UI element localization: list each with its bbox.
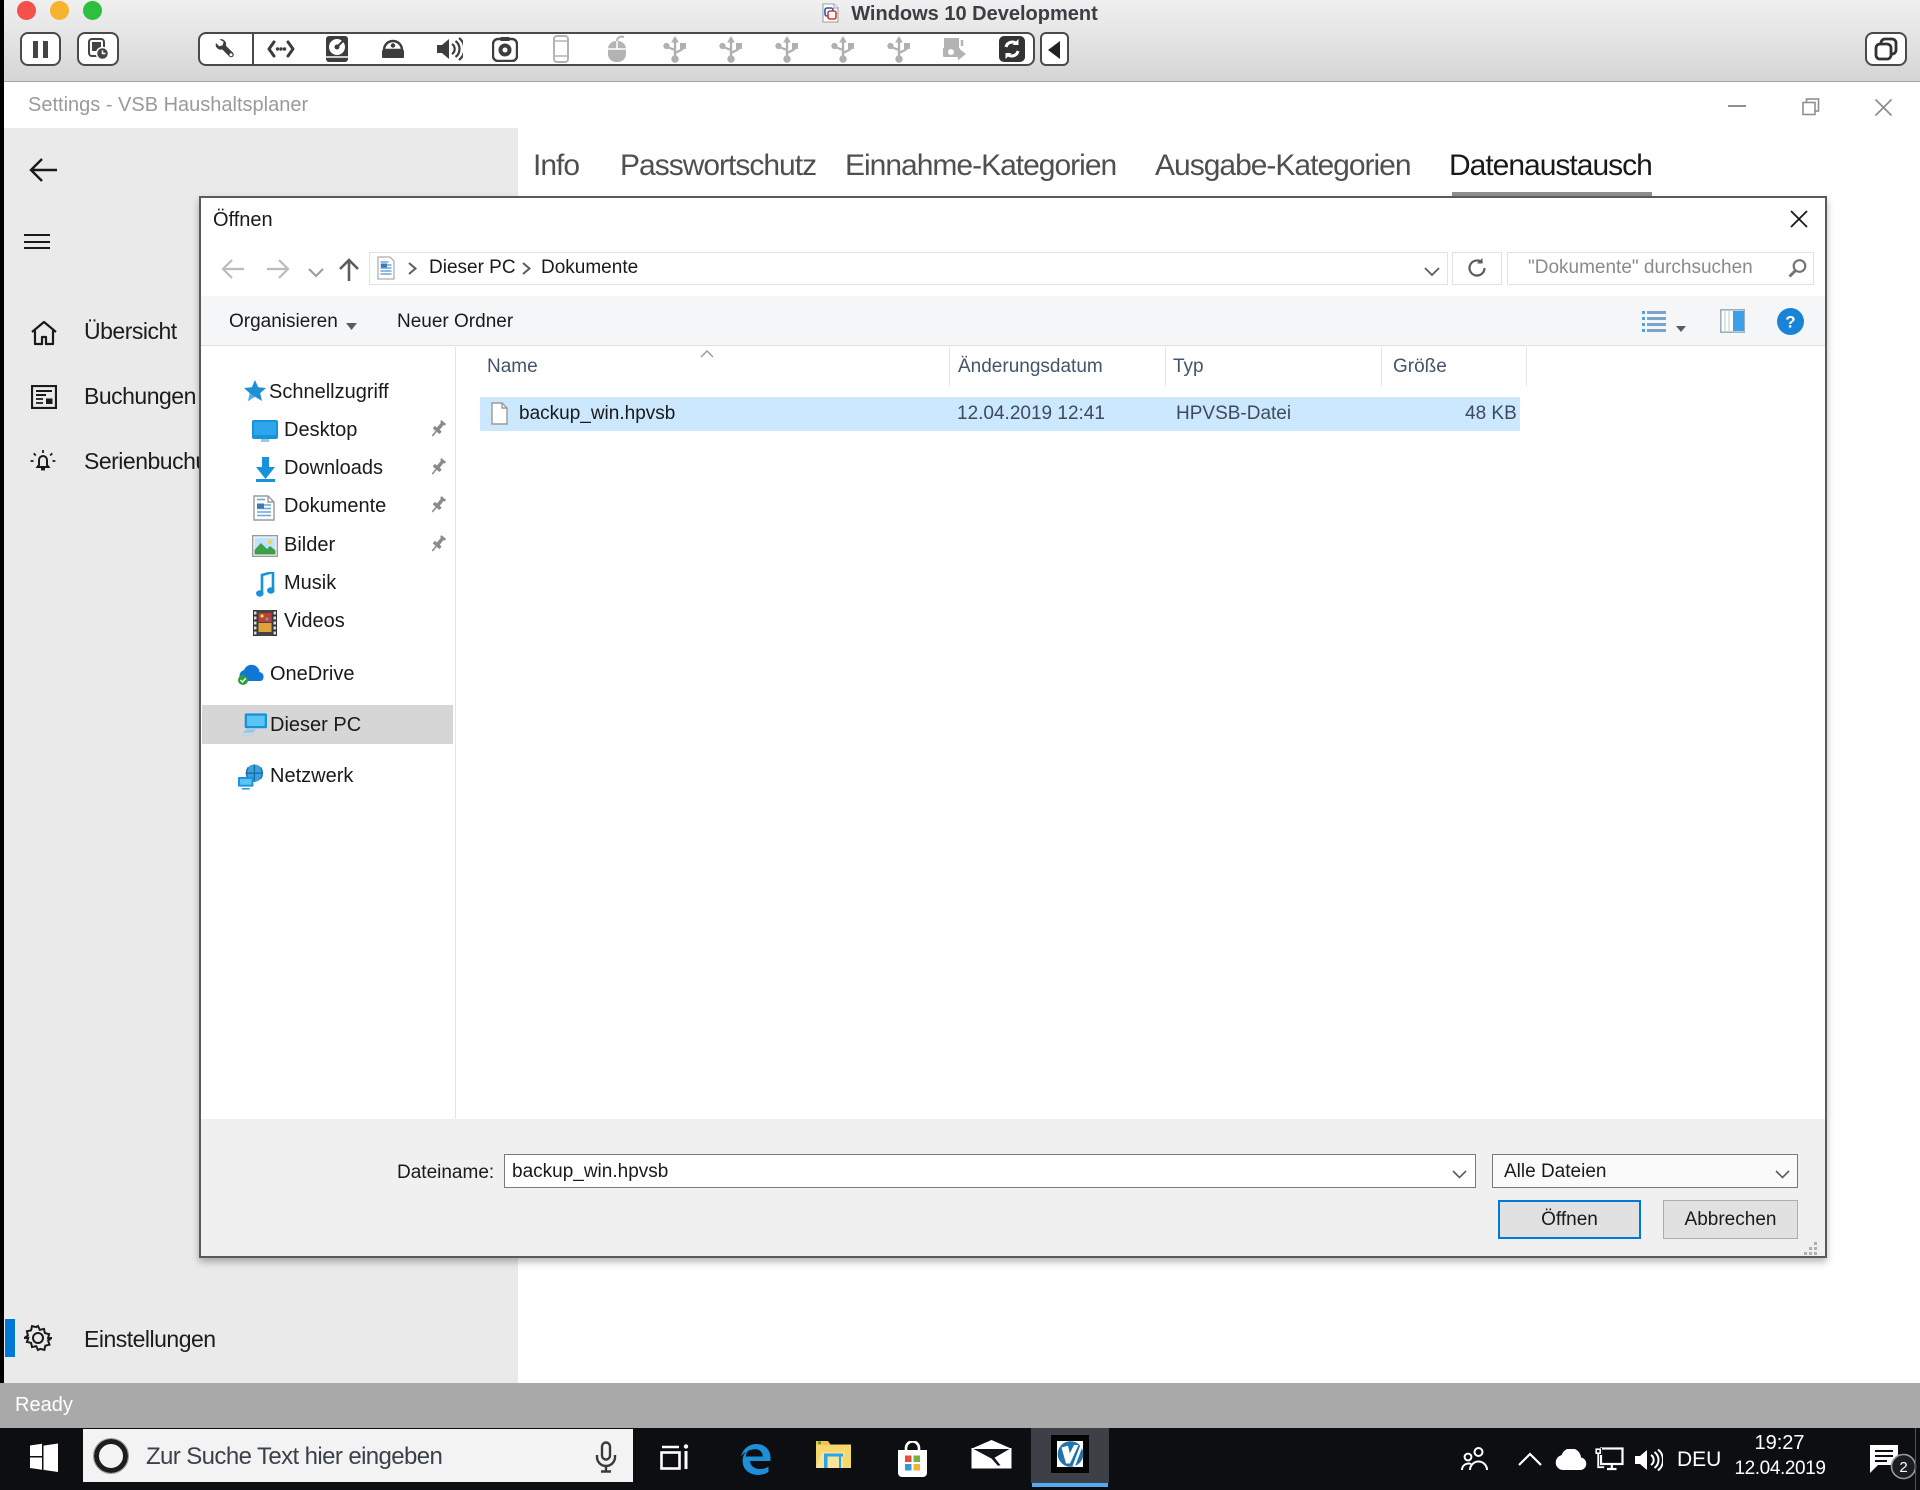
svg-text:2: 2 — [1899, 1459, 1907, 1476]
svg-text:?: ? — [1785, 313, 1795, 332]
